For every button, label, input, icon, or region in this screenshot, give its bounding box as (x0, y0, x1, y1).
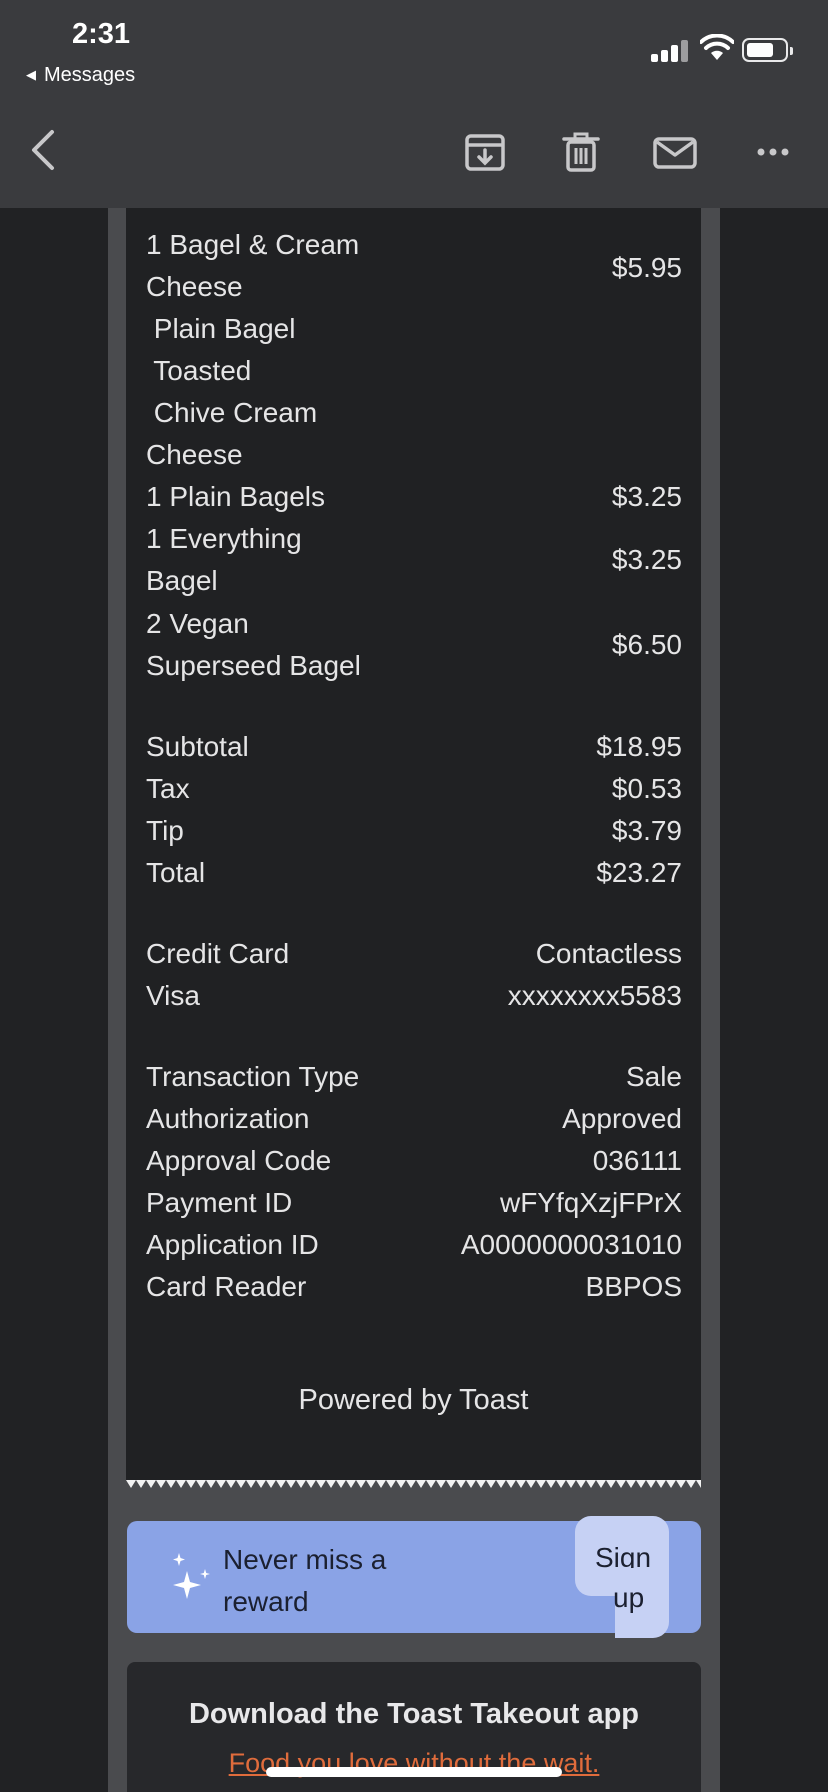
back-triangle-icon: ◀ (26, 67, 36, 82)
totals-value: $0.53 (611, 773, 682, 804)
more-icon[interactable] (752, 130, 798, 174)
wifi-icon (700, 34, 734, 60)
totals-label: Tip (146, 815, 184, 846)
battery-icon (742, 38, 793, 62)
item-text: 1 Plain Bagels (146, 481, 326, 512)
sparkles-icon (173, 1553, 210, 1599)
item-text: Bagel (146, 565, 218, 596)
receipt-torn-edge (126, 1480, 701, 1492)
item-price: $3.25 (611, 544, 682, 575)
item-text: 1 Everything (146, 523, 302, 554)
item-price: $5.95 (611, 252, 682, 283)
totals-value: $23.27 (596, 857, 682, 888)
item-text: 1 Bagel & Cream (146, 229, 360, 260)
trash-icon[interactable] (558, 130, 604, 174)
transaction-value: wFYfqXzjFPrX (499, 1187, 682, 1218)
powered-by-text: Powered by Toast (298, 1384, 529, 1416)
mail-icon[interactable] (652, 130, 698, 174)
item-price: $3.25 (611, 481, 682, 512)
back-to-messages[interactable]: ◀ Messages (26, 64, 135, 87)
totals-label: Subtotal (146, 731, 249, 762)
totals-label: Total (146, 857, 206, 888)
transaction-value: Approved (562, 1103, 682, 1134)
payment-value: Contactless (535, 938, 682, 969)
item-text: Toasted (146, 355, 252, 386)
transaction-label: Approval Code (146, 1145, 332, 1176)
back-chevron-icon[interactable] (28, 128, 58, 172)
totals-value: $18.95 (596, 731, 682, 762)
transaction-label: Application ID (146, 1229, 319, 1260)
totals-value: $3.79 (611, 815, 682, 846)
payment-value: xxxxxxxx5583 (507, 980, 682, 1011)
payment-label: Credit Card (146, 938, 290, 969)
item-text: Superseed Bagel (146, 650, 361, 681)
item-text: Plain Bagel (146, 313, 296, 344)
transaction-label: Payment ID (146, 1187, 293, 1218)
cellular-signal-icon (651, 38, 691, 62)
transaction-value: A0000000031010 (460, 1229, 682, 1260)
transaction-value: 036111 (592, 1145, 682, 1176)
top-toolbar: 2:31 ◀ Messages (0, 0, 828, 208)
totals-label: Tax (146, 773, 190, 804)
transaction-label: Transaction Type (146, 1061, 360, 1092)
sign-up-button[interactable]: Sign up (575, 1516, 669, 1638)
item-text: Cheese (146, 271, 243, 302)
status-time: 2:31 (72, 18, 131, 50)
reward-text: Never miss a reward (223, 1544, 387, 1617)
item-text: Chive Cream (146, 397, 318, 428)
download-title: Download the Toast Takeout app (188, 1698, 640, 1730)
home-indicator (266, 1767, 562, 1777)
item-price: $6.50 (611, 629, 682, 660)
item-text: Cheese (146, 439, 243, 470)
item-text: 2 Vegan (146, 608, 249, 639)
sign-up-label-line2: up (613, 1582, 645, 1613)
back-app-label: Messages (44, 64, 136, 86)
transaction-value: Sale (625, 1061, 682, 1092)
archive-icon[interactable] (462, 130, 508, 174)
sign-up-label-line1: Sign (595, 1542, 652, 1568)
payment-label: Visa (146, 980, 200, 1011)
transaction-label: Card Reader (146, 1271, 307, 1302)
transaction-label: Authorization (146, 1103, 310, 1134)
transaction-value: BBPOS (585, 1271, 682, 1302)
